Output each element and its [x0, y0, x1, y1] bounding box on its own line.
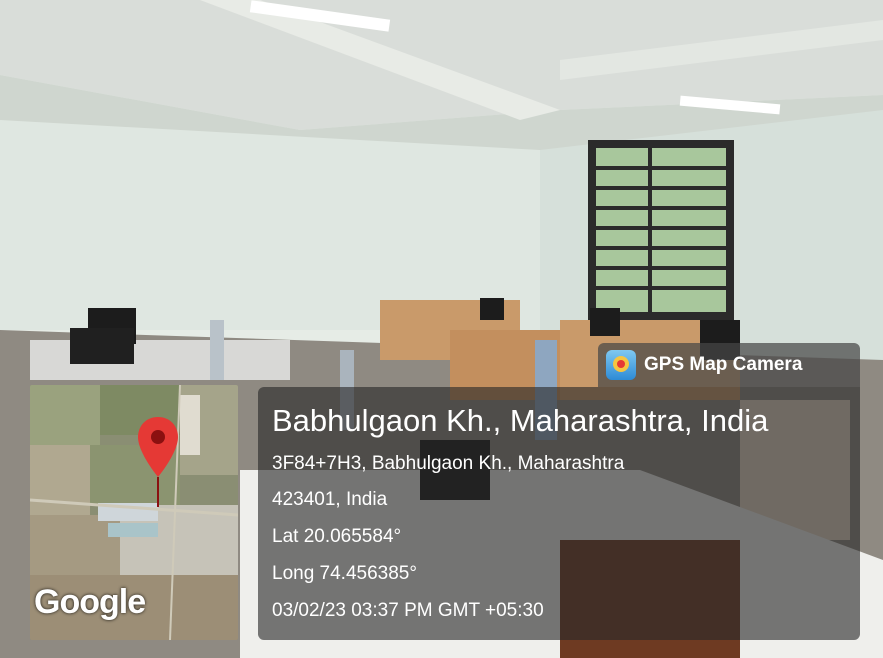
map-pin-icon — [138, 417, 178, 507]
latitude-text: Lat 20.065584° — [272, 526, 402, 547]
location-info-panel: Babhulgaon Kh., Maharashtra, India 3F84+… — [258, 387, 860, 640]
photo-scene: Google GPS Map Camera Babhulgaon Kh., Ma… — [0, 0, 883, 658]
location-map-thumbnail: Google — [30, 385, 238, 640]
longitude-text: Long 74.456385° — [272, 563, 417, 584]
address-line-1: 3F84+7H3, Babhulgaon Kh., Maharashtra — [272, 453, 625, 474]
badge-label: GPS Map Camera — [644, 354, 803, 375]
datetime-text: 03/02/23 03:37 PM GMT +05:30 — [272, 600, 544, 621]
google-attribution: Google — [34, 583, 146, 621]
location-title: Babhulgaon Kh., Maharashtra, India — [272, 403, 769, 438]
gps-camera-icon — [606, 350, 636, 380]
address-line-2: 423401, India — [272, 489, 388, 510]
gps-camera-badge: GPS Map Camera — [598, 343, 860, 387]
